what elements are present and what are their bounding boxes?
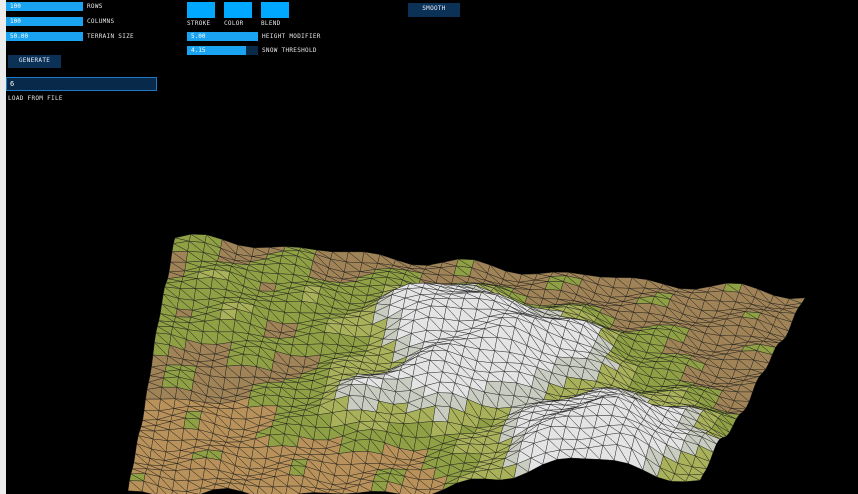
height-modifier-slider[interactable]: 5.00: [187, 32, 258, 41]
terrain-triangle: [199, 488, 214, 494]
columns-label: COLUMNS: [87, 18, 115, 25]
stroke-label: STROKE: [187, 20, 211, 27]
terrain-size-label: TERRAIN SIZE: [87, 33, 134, 40]
generate-button[interactable]: GENERATE: [8, 55, 61, 68]
snow-threshold-value: 4.15: [191, 47, 206, 54]
terrain-size-slider[interactable]: 50.00: [6, 32, 83, 41]
height-modifier-value: 5.00: [191, 33, 206, 40]
columns-slider[interactable]: 100: [6, 17, 83, 26]
file-name-input[interactable]: [6, 77, 157, 91]
load-from-file-label: LOAD FROM FILE: [8, 95, 63, 102]
snow-threshold-slider[interactable]: 4.15: [187, 46, 258, 55]
terrain-mesh: [127, 233, 806, 494]
rows-value: 100: [10, 3, 21, 10]
terrain-size-value: 50.00: [10, 33, 29, 40]
terrain-triangle: [428, 489, 443, 494]
stroke-toggle[interactable]: [187, 2, 215, 18]
rows-slider[interactable]: 100: [6, 2, 83, 11]
color-toggle[interactable]: [224, 2, 252, 18]
columns-value: 100: [10, 18, 21, 25]
color-label: COLOR: [224, 20, 244, 27]
blend-toggle[interactable]: [261, 2, 289, 18]
snow-threshold-label: SNOW THRESHOLD: [262, 47, 317, 54]
smooth-button[interactable]: SMOOTH: [408, 3, 460, 17]
blend-label: BLEND: [261, 20, 281, 27]
height-modifier-label: HEIGHT MODIFIER: [262, 33, 321, 40]
rows-label: ROWS: [87, 3, 103, 10]
terrain-viewport[interactable]: [0, 0, 858, 494]
